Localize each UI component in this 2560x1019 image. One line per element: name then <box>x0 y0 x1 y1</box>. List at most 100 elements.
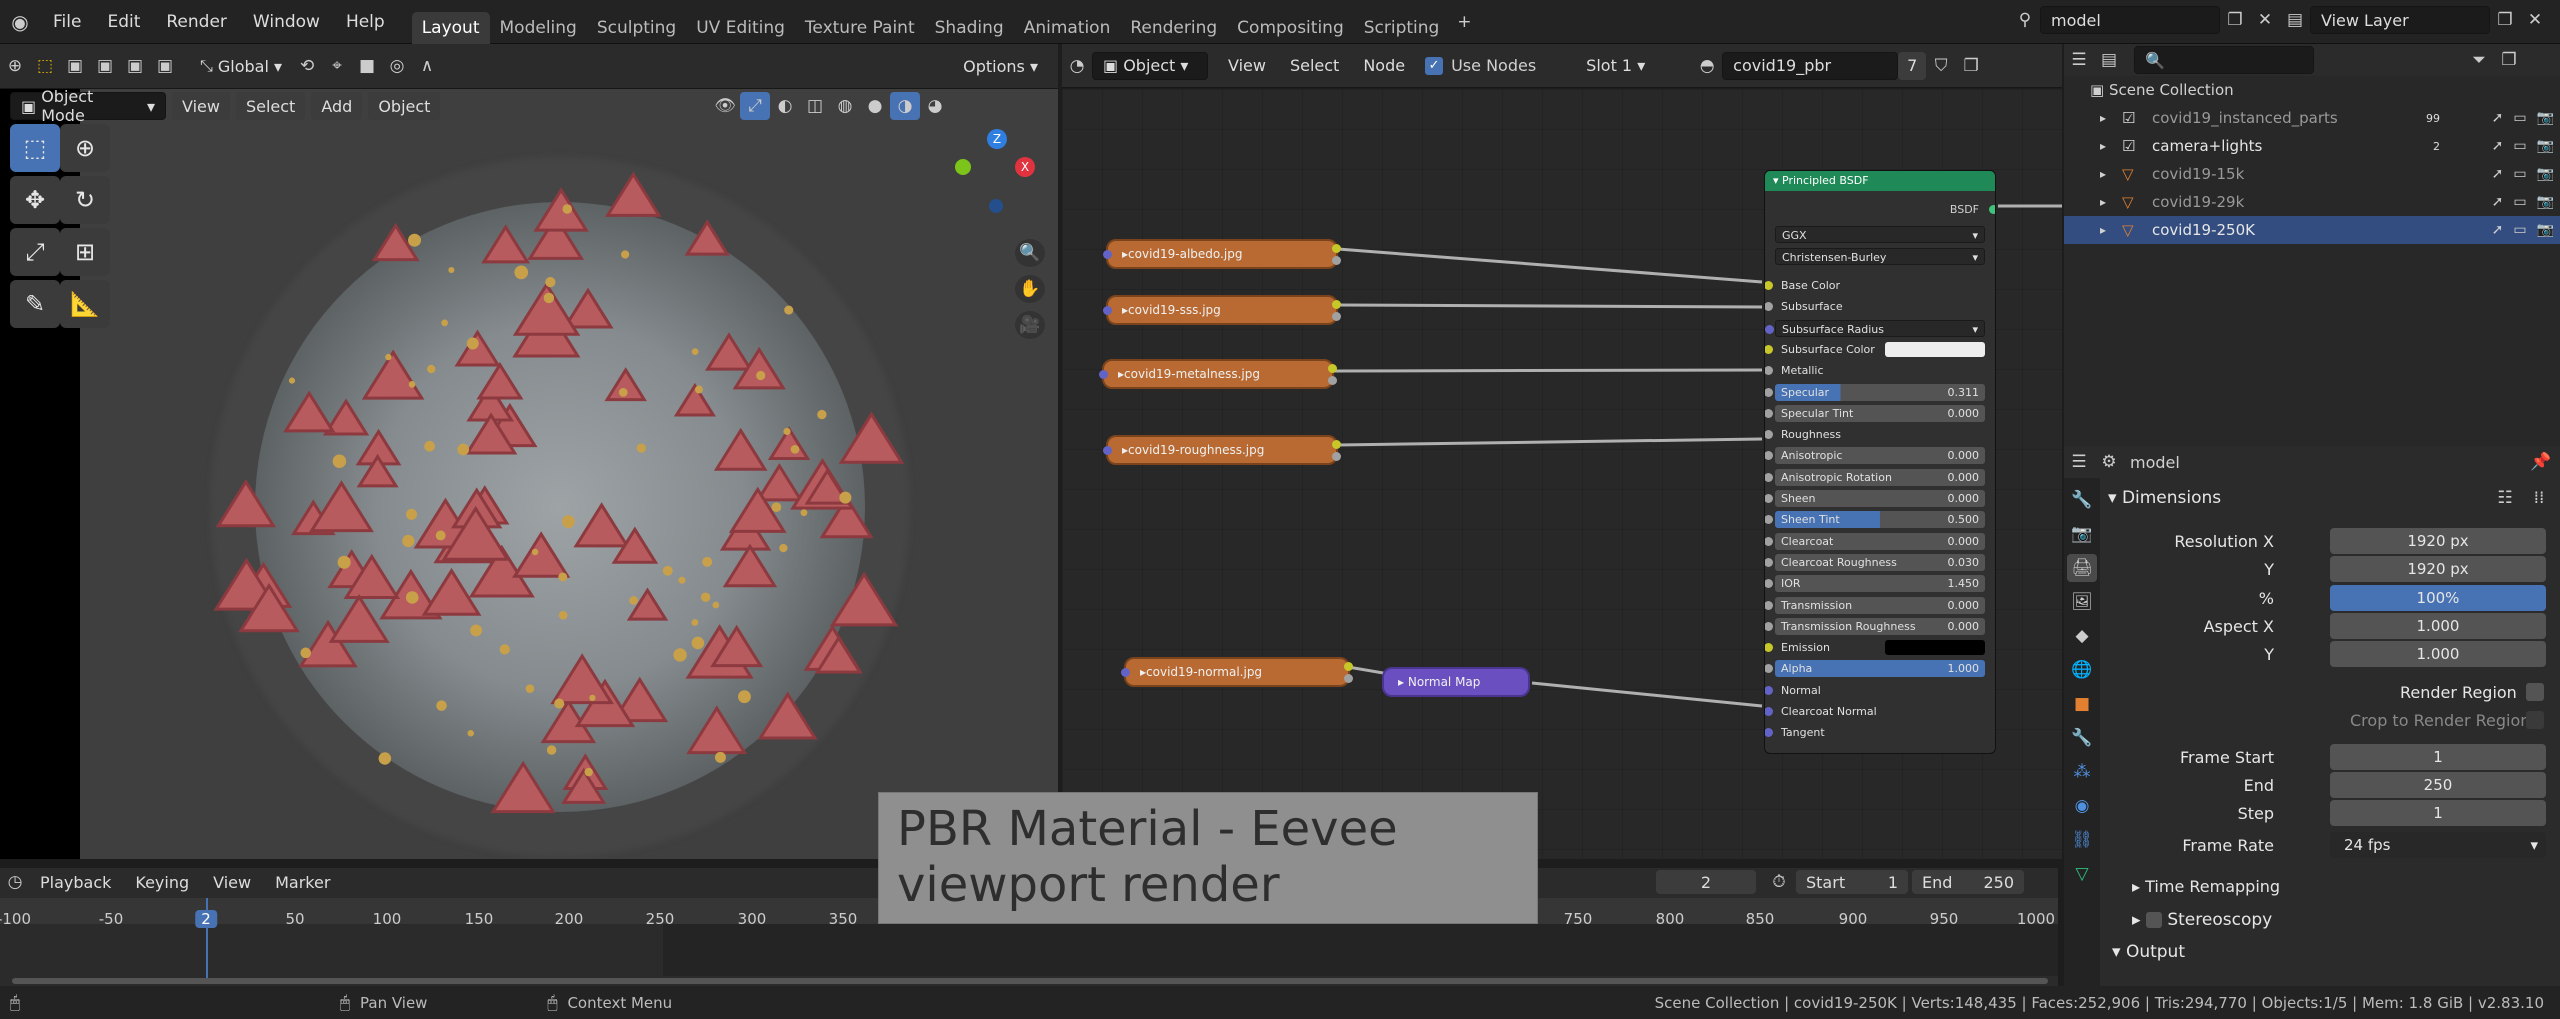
data-tab-icon[interactable]: ▽ <box>2067 860 2097 888</box>
texture-node[interactable]: ▸ covid19-sss.jpg <box>1103 295 1341 325</box>
preview-range-icon[interactable]: ⏱ <box>1764 868 1794 896</box>
outliner-item[interactable]: ▸ ☑ camera+lights 2 ➚ ▭ 📷 <box>2064 132 2560 160</box>
timeline-menu-view[interactable]: View <box>203 868 261 896</box>
node-menu-select[interactable]: Select <box>1280 52 1349 80</box>
vector-input-socket[interactable] <box>1099 370 1108 379</box>
pan-hand-icon[interactable]: ✋ <box>1015 275 1045 303</box>
xray-icon[interactable]: ◫ <box>800 92 830 120</box>
editor-type-icon[interactable]: ⊕ <box>0 52 30 80</box>
fake-user-icon[interactable]: ⛉ <box>1926 52 1956 80</box>
material-users[interactable]: 7 <box>1898 51 1927 80</box>
bsdf-input-subsurface[interactable]: Subsurface <box>1765 298 1985 315</box>
outliner-item[interactable]: ▸ ☑ covid19_instanced_parts 99 ➚ ▭ 📷 <box>2064 104 2560 132</box>
vector-input-socket[interactable] <box>1103 306 1112 315</box>
tab-sculpting[interactable]: Sculpting <box>587 12 686 44</box>
transform-orientation[interactable]: ⤡ Global ▾ <box>190 52 292 80</box>
zoom-icon[interactable]: 🔍 <box>1015 239 1045 267</box>
input-socket[interactable] <box>1765 621 1773 631</box>
view-layer-icon[interactable]: ▤ <box>2280 6 2310 34</box>
principled-bsdf-node[interactable]: ▾ Principled BSDF BSDF GGX ▾ Christensen-… <box>1764 170 1996 754</box>
blender-logo-icon[interactable]: ◉ <box>0 8 40 36</box>
output-tab-icon[interactable]: 🖨 <box>2067 554 2097 582</box>
scene-icon[interactable]: ⚲ <box>2010 6 2040 34</box>
bsdf-input-transmission-roughness[interactable]: Transmission Roughness 0.000 <box>1765 617 1985 635</box>
output-panel[interactable]: ▾ Output <box>2112 942 2185 962</box>
end-frame-field[interactable]: End 250 <box>1912 870 2024 894</box>
input-socket[interactable] <box>1765 685 1773 695</box>
outliner-item[interactable]: ▸ ▽ covid19-29k ➚ ▭ 📷 <box>2064 188 2560 216</box>
distribution-dropdown[interactable]: GGX ▾ <box>1775 226 1985 243</box>
input-socket[interactable] <box>1765 600 1773 610</box>
menu-edit[interactable]: Edit <box>94 0 153 44</box>
timeline-scrollbar[interactable] <box>12 978 2048 984</box>
subtract-icon[interactable]: ▣ <box>120 52 150 80</box>
bsdf-input-tangent[interactable]: Tangent <box>1765 724 1985 741</box>
scene-collection-row[interactable]: ▣ Scene Collection <box>2064 76 2560 104</box>
input-socket[interactable] <box>1765 494 1773 503</box>
bsdf-input-base-color[interactable]: Base Color <box>1765 277 1985 294</box>
property-field[interactable]: 250 <box>2330 772 2546 798</box>
input-socket[interactable] <box>1765 366 1773 376</box>
bsdf-input-anisotropic[interactable]: Anisotropic 0.000 <box>1765 447 1985 465</box>
property-field[interactable]: 1920 px <box>2330 528 2546 554</box>
bsdf-input-anisotropic-rotation[interactable]: Anisotropic Rotation 0.000 <box>1765 468 1985 486</box>
vector-input-socket[interactable] <box>1121 668 1130 677</box>
input-socket[interactable] <box>1765 281 1773 290</box>
start-frame-field[interactable]: Start 1 <box>1796 870 1908 894</box>
viewport-toggle-icon[interactable]: ▭ <box>2513 166 2526 182</box>
bsdf-input-subsurface-radius[interactable]: Subsurface Radius ▾ <box>1765 319 1985 337</box>
viewport-menu-object[interactable]: Object <box>368 92 441 120</box>
intersect-icon[interactable]: ▣ <box>150 52 180 80</box>
render-toggle-icon[interactable]: 📷 <box>2537 138 2554 154</box>
input-socket[interactable] <box>1765 472 1773 482</box>
delete-view-layer-icon[interactable]: ✕ <box>2520 6 2550 34</box>
alpha-output-socket[interactable] <box>1332 312 1341 321</box>
material-icon[interactable]: ◓ <box>1692 52 1722 80</box>
pivot-icon[interactable]: ⟲ <box>292 52 322 80</box>
texture-node[interactable]: ▸ covid19-albedo.jpg <box>1103 239 1341 269</box>
property-field[interactable]: 1.000 <box>2330 612 2546 639</box>
bsdf-input-clearcoat-roughness[interactable]: Clearcoat Roughness 0.030 <box>1765 553 1985 571</box>
property-field[interactable]: 1920 px <box>2330 556 2546 583</box>
transform-tool-icon[interactable]: ⊞ <box>60 228 110 276</box>
select-toggle-icon[interactable]: ➚ <box>2492 166 2504 182</box>
bsdf-input-clearcoat[interactable]: Clearcoat 0.000 <box>1765 532 1985 550</box>
tab-layout[interactable]: Layout <box>411 11 490 44</box>
input-socket[interactable] <box>1765 387 1773 397</box>
expand-icon[interactable]: ▸ <box>2100 139 2116 153</box>
camera-view-icon[interactable]: 🎥 <box>1015 311 1045 339</box>
select-toggle-icon[interactable]: ➚ <box>2492 222 2504 238</box>
material-shading-icon[interactable]: ◑ <box>890 92 920 120</box>
texture-node[interactable]: ▸ covid19-normal.jpg <box>1121 657 1353 687</box>
color-swatch[interactable] <box>1885 341 1985 357</box>
display-mode-icon[interactable]: ▤ <box>2094 46 2124 74</box>
input-socket[interactable] <box>1765 302 1773 312</box>
wireframe-shading-icon[interactable]: ◍ <box>830 92 860 120</box>
menu-render[interactable]: Render <box>153 0 240 44</box>
bsdf-input-alpha[interactable]: Alpha 1.000 <box>1765 660 1985 678</box>
outliner-type-icon[interactable]: ☰ <box>2064 46 2094 74</box>
render-tab-icon[interactable]: 📷 <box>2067 520 2097 548</box>
input-socket[interactable] <box>1765 579 1773 589</box>
tab-rendering[interactable]: Rendering <box>1120 12 1227 44</box>
property-field[interactable]: 100% <box>2330 584 2546 611</box>
menu-help[interactable]: Help <box>333 0 398 44</box>
scene-field[interactable]: model <box>2040 6 2220 34</box>
viewport-menu-add[interactable]: Add <box>311 92 363 120</box>
select-toggle-icon[interactable]: ➚ <box>2492 194 2504 210</box>
snap-icon[interactable]: ⌖ <box>322 52 352 80</box>
view-layer-tab-icon[interactable]: 🖼 <box>2067 588 2097 616</box>
physics-tab-icon[interactable]: ◉ <box>2067 792 2097 820</box>
input-socket[interactable] <box>1765 408 1773 418</box>
viewport-toggle-icon[interactable]: ▭ <box>2513 138 2526 154</box>
stereoscopy-panel[interactable]: ▸ Stereoscopy <box>2132 910 2272 930</box>
input-socket[interactable] <box>1765 664 1773 674</box>
bsdf-input-clearcoat-normal[interactable]: Clearcoat Normal <box>1765 703 1985 720</box>
texture-node[interactable]: ▸ covid19-roughness.jpg <box>1103 435 1341 465</box>
cursor-tool-icon[interactable]: ⊕ <box>60 124 110 172</box>
filter-icon[interactable]: ⏷ <box>2464 46 2494 74</box>
property-field[interactable]: 1.000 <box>2330 641 2546 668</box>
normal-map-node[interactable]: ▸ Normal Map <box>1382 667 1530 697</box>
outliner-item[interactable]: ▸ ▽ covid19-15k ➚ ▭ 📷 <box>2064 160 2560 188</box>
z-axis-icon[interactable]: Z <box>987 129 1007 149</box>
